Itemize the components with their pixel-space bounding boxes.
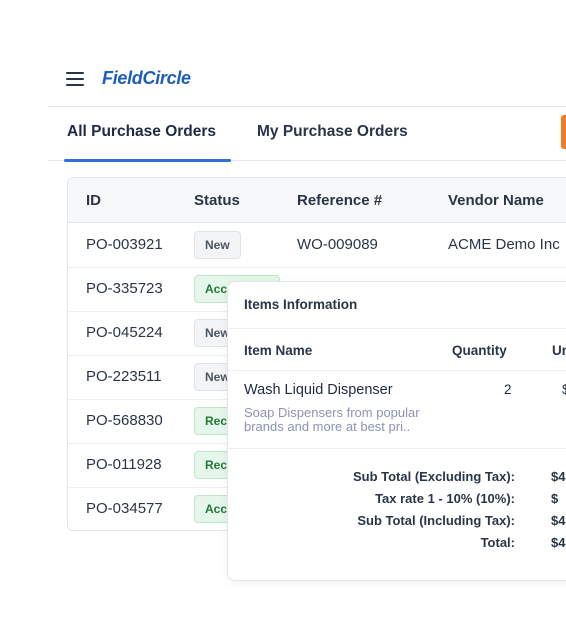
tab-all-purchase-orders[interactable]: All Purchase Orders (67, 123, 216, 141)
tax-rate-value: $ (551, 491, 559, 506)
subtotal-including-tax-label: Sub Total (Including Tax): (357, 513, 515, 528)
active-tab-indicator (64, 159, 231, 162)
table-row[interactable]: PO-003921 New WO-009089 ACME Demo Inc (68, 223, 566, 268)
divider (228, 328, 566, 329)
popover-title: Items Information (244, 297, 358, 312)
item-unit-price: $ (562, 382, 566, 397)
total-value: $4 (551, 535, 566, 550)
subtotal-excluding-tax-value: $4 (551, 469, 566, 484)
reference-number: WO-009089 (297, 236, 378, 253)
total-label: Total: (480, 535, 515, 550)
subtotal-excluding-tax-label: Sub Total (Excluding Tax): (352, 469, 515, 484)
po-id[interactable]: PO-568830 (86, 412, 163, 429)
item-name: Wash Liquid Dispenser (244, 382, 393, 398)
column-header-vendor-name[interactable]: Vendor Name (448, 192, 544, 209)
table-header: ID Status Reference # Vendor Name (68, 178, 566, 223)
po-id[interactable]: PO-223511 (86, 368, 162, 385)
column-header-unit-price: Un (552, 343, 566, 358)
column-header-id[interactable]: ID (86, 192, 101, 209)
divider (228, 370, 566, 371)
subtotal-including-tax-value: $4 (551, 513, 566, 528)
column-header-status[interactable]: Status (194, 192, 240, 209)
po-id[interactable]: PO-003921 (86, 236, 163, 253)
tab-my-purchase-orders[interactable]: My Purchase Orders (257, 123, 408, 141)
vendor-name: ACME Demo Inc (448, 236, 560, 253)
column-header-quantity: Quantity (452, 343, 507, 358)
po-id[interactable]: PO-335723 (86, 280, 163, 297)
po-id[interactable]: PO-034577 (86, 500, 163, 517)
tab-bar: All Purchase Orders My Purchase Orders (48, 107, 566, 162)
po-id[interactable]: PO-011928 (86, 456, 162, 473)
app-logo: FieldCircle (102, 68, 191, 88)
column-header-reference[interactable]: Reference # (297, 192, 382, 209)
menu-icon[interactable] (66, 72, 84, 86)
divider (228, 448, 566, 449)
item-description: Soap Dispensers from popular brands and … (244, 405, 420, 434)
tax-rate-label: Tax rate 1 - 10% (10%): (375, 491, 515, 506)
column-header-item-name: Item Name (244, 343, 313, 358)
status-badge: New (194, 231, 241, 259)
item-quantity: 2 (504, 382, 512, 397)
po-id[interactable]: PO-045224 (86, 324, 163, 341)
app-header: FieldCircle (48, 62, 566, 107)
items-information-popover: Items Information Item Name Quantity Un … (227, 281, 566, 581)
primary-action-button[interactable] (561, 115, 566, 149)
